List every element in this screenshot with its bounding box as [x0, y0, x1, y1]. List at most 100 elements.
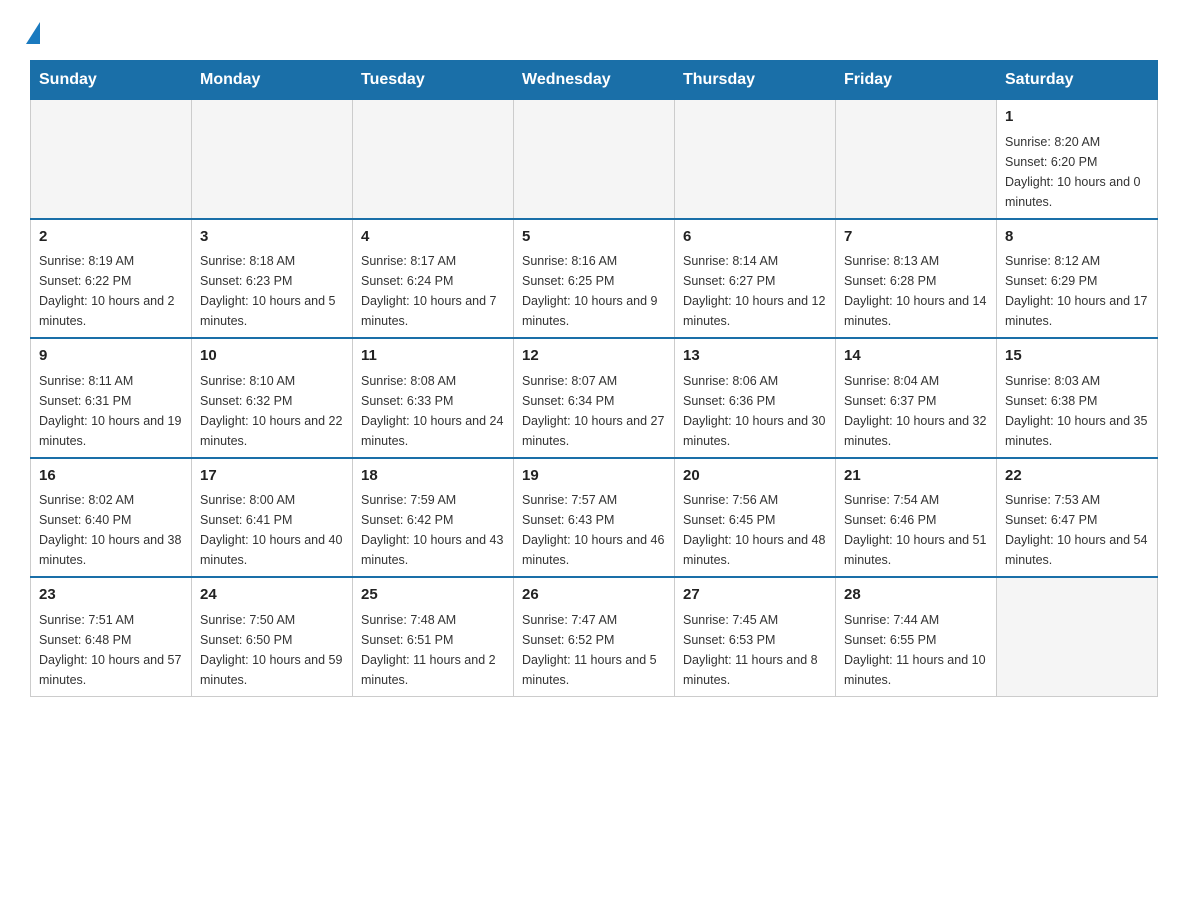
calendar-week-row: 23Sunrise: 7:51 AMSunset: 6:48 PMDayligh… — [31, 577, 1158, 696]
calendar-cell: 12 Sunrise: 8:07 AMSunset: 6:34 PMDayligh… — [514, 338, 675, 458]
calendar-header-row: SundayMondayTuesdayWednesdayThursdayFrid… — [31, 61, 1158, 100]
calendar-cell: 14 Sunrise: 8:04 AMSunset: 6:37 PMDayligh… — [836, 338, 997, 458]
day-number: 4 — [361, 226, 505, 249]
calendar-cell — [192, 100, 353, 219]
day-info: Sunrise: 8:18 AMSunset: 6:23 PMDaylight:… — [200, 251, 344, 331]
day-number: 25 — [361, 584, 505, 607]
calendar-cell: 21Sunrise: 7:54 AMSunset: 6:46 PMDayligh… — [836, 458, 997, 578]
calendar-cell: 11Sunrise: 8:08 AMSunset: 6:33 PMDayligh… — [353, 338, 514, 458]
day-number: 10 — [200, 345, 344, 368]
day-info: Sunrise: 8:13 AMSunset: 6:28 PMDaylight:… — [844, 251, 988, 331]
calendar-cell — [31, 100, 192, 219]
day-number: 23 — [39, 584, 183, 607]
calendar-table: SundayMondayTuesdayWednesdayThursdayFrid… — [30, 60, 1158, 697]
day-of-week-header: Tuesday — [353, 61, 514, 100]
day-info: Sunrise: 7:45 AMSunset: 6:53 PMDaylight:… — [683, 610, 827, 690]
day-info: Sunrise: 8:20 AMSunset: 6:20 PMDaylight:… — [1005, 132, 1149, 212]
calendar-cell: 8Sunrise: 8:12 AMSunset: 6:29 PMDaylight… — [997, 219, 1158, 339]
calendar-cell: 24 Sunrise: 7:50 AMSunset: 6:50 PMDayligh… — [192, 577, 353, 696]
calendar-cell — [353, 100, 514, 219]
calendar-week-row: 1 Sunrise: 8:20 AMSunset: 6:20 PMDaylight… — [31, 100, 1158, 219]
calendar-cell: 6Sunrise: 8:14 AMSunset: 6:27 PMDaylight… — [675, 219, 836, 339]
day-number: 6 — [683, 226, 827, 249]
day-number: 14 — [844, 345, 988, 368]
page-header — [30, 20, 1158, 44]
day-number: 12 — [522, 345, 666, 368]
day-info: Sunrise: 8:06 AMSunset: 6:36 PMDaylight:… — [683, 371, 827, 451]
day-number: 7 — [844, 226, 988, 249]
calendar-cell: 1 Sunrise: 8:20 AMSunset: 6:20 PMDaylight… — [997, 100, 1158, 219]
day-of-week-header: Monday — [192, 61, 353, 100]
calendar-cell: 27 Sunrise: 7:45 AMSunset: 6:53 PMDayligh… — [675, 577, 836, 696]
calendar-cell — [675, 100, 836, 219]
day-number: 26 — [522, 584, 666, 607]
calendar-cell: 19Sunrise: 7:57 AMSunset: 6:43 PMDayligh… — [514, 458, 675, 578]
calendar-cell: 17Sunrise: 8:00 AMSunset: 6:41 PMDayligh… — [192, 458, 353, 578]
day-info: Sunrise: 8:02 AMSunset: 6:40 PMDaylight:… — [39, 490, 183, 570]
day-number: 17 — [200, 465, 344, 488]
calendar-week-row: 2Sunrise: 8:19 AMSunset: 6:22 PMDaylight… — [31, 219, 1158, 339]
day-number: 21 — [844, 465, 988, 488]
day-number: 3 — [200, 226, 344, 249]
calendar-cell: 28 Sunrise: 7:44 AMSunset: 6:55 PMDayligh… — [836, 577, 997, 696]
day-info: Sunrise: 7:47 AMSunset: 6:52 PMDaylight:… — [522, 610, 666, 690]
day-number: 16 — [39, 465, 183, 488]
day-number: 18 — [361, 465, 505, 488]
day-info: Sunrise: 7:54 AMSunset: 6:46 PMDaylight:… — [844, 490, 988, 570]
day-number: 24 — [200, 584, 344, 607]
day-info: Sunrise: 7:56 AMSunset: 6:45 PMDaylight:… — [683, 490, 827, 570]
calendar-cell: 4Sunrise: 8:17 AMSunset: 6:24 PMDaylight… — [353, 219, 514, 339]
calendar-cell: 9 Sunrise: 8:11 AMSunset: 6:31 PMDaylight… — [31, 338, 192, 458]
calendar-cell: 15 Sunrise: 8:03 AMSunset: 6:38 PMDayligh… — [997, 338, 1158, 458]
calendar-week-row: 9 Sunrise: 8:11 AMSunset: 6:31 PMDaylight… — [31, 338, 1158, 458]
day-number: 11 — [361, 345, 505, 368]
calendar-cell: 10 Sunrise: 8:10 AMSunset: 6:32 PMDayligh… — [192, 338, 353, 458]
day-number: 13 — [683, 345, 827, 368]
day-of-week-header: Sunday — [31, 61, 192, 100]
day-info: Sunrise: 8:17 AMSunset: 6:24 PMDaylight:… — [361, 251, 505, 331]
day-info: Sunrise: 8:11 AMSunset: 6:31 PMDaylight:… — [39, 371, 183, 451]
calendar-cell: 2Sunrise: 8:19 AMSunset: 6:22 PMDaylight… — [31, 219, 192, 339]
day-number: 27 — [683, 584, 827, 607]
day-info: Sunrise: 8:07 AMSunset: 6:34 PMDaylight:… — [522, 371, 666, 451]
day-info: Sunrise: 8:10 AMSunset: 6:32 PMDaylight:… — [200, 371, 344, 451]
day-info: Sunrise: 8:04 AMSunset: 6:37 PMDaylight:… — [844, 371, 988, 451]
day-number: 20 — [683, 465, 827, 488]
day-number: 22 — [1005, 465, 1149, 488]
day-info: Sunrise: 8:19 AMSunset: 6:22 PMDaylight:… — [39, 251, 183, 331]
day-of-week-header: Friday — [836, 61, 997, 100]
day-number: 28 — [844, 584, 988, 607]
calendar-cell: 26 Sunrise: 7:47 AMSunset: 6:52 PMDayligh… — [514, 577, 675, 696]
logo — [30, 20, 40, 44]
day-info: Sunrise: 7:53 AMSunset: 6:47 PMDaylight:… — [1005, 490, 1149, 570]
day-number: 15 — [1005, 345, 1149, 368]
day-info: Sunrise: 8:12 AMSunset: 6:29 PMDaylight:… — [1005, 251, 1149, 331]
calendar-cell: 13 Sunrise: 8:06 AMSunset: 6:36 PMDayligh… — [675, 338, 836, 458]
calendar-cell: 23Sunrise: 7:51 AMSunset: 6:48 PMDayligh… — [31, 577, 192, 696]
day-info: Sunrise: 8:14 AMSunset: 6:27 PMDaylight:… — [683, 251, 827, 331]
day-info: Sunrise: 7:48 AMSunset: 6:51 PMDaylight:… — [361, 610, 505, 690]
day-number: 5 — [522, 226, 666, 249]
day-info: Sunrise: 8:03 AMSunset: 6:38 PMDaylight:… — [1005, 371, 1149, 451]
day-of-week-header: Thursday — [675, 61, 836, 100]
calendar-cell — [997, 577, 1158, 696]
day-number: 2 — [39, 226, 183, 249]
logo-triangle-icon — [26, 22, 40, 44]
day-info: Sunrise: 7:57 AMSunset: 6:43 PMDaylight:… — [522, 490, 666, 570]
calendar-cell: 22Sunrise: 7:53 AMSunset: 6:47 PMDayligh… — [997, 458, 1158, 578]
calendar-cell: 5Sunrise: 8:16 AMSunset: 6:25 PMDaylight… — [514, 219, 675, 339]
day-info: Sunrise: 7:50 AMSunset: 6:50 PMDaylight:… — [200, 610, 344, 690]
day-of-week-header: Saturday — [997, 61, 1158, 100]
day-info: Sunrise: 7:44 AMSunset: 6:55 PMDaylight:… — [844, 610, 988, 690]
calendar-cell: 3Sunrise: 8:18 AMSunset: 6:23 PMDaylight… — [192, 219, 353, 339]
day-of-week-header: Wednesday — [514, 61, 675, 100]
day-number: 1 — [1005, 106, 1149, 129]
day-info: Sunrise: 8:16 AMSunset: 6:25 PMDaylight:… — [522, 251, 666, 331]
calendar-cell: 7Sunrise: 8:13 AMSunset: 6:28 PMDaylight… — [836, 219, 997, 339]
day-number: 8 — [1005, 226, 1149, 249]
day-number: 19 — [522, 465, 666, 488]
day-info: Sunrise: 7:59 AMSunset: 6:42 PMDaylight:… — [361, 490, 505, 570]
calendar-cell: 18Sunrise: 7:59 AMSunset: 6:42 PMDayligh… — [353, 458, 514, 578]
calendar-cell: 16Sunrise: 8:02 AMSunset: 6:40 PMDayligh… — [31, 458, 192, 578]
day-number: 9 — [39, 345, 183, 368]
